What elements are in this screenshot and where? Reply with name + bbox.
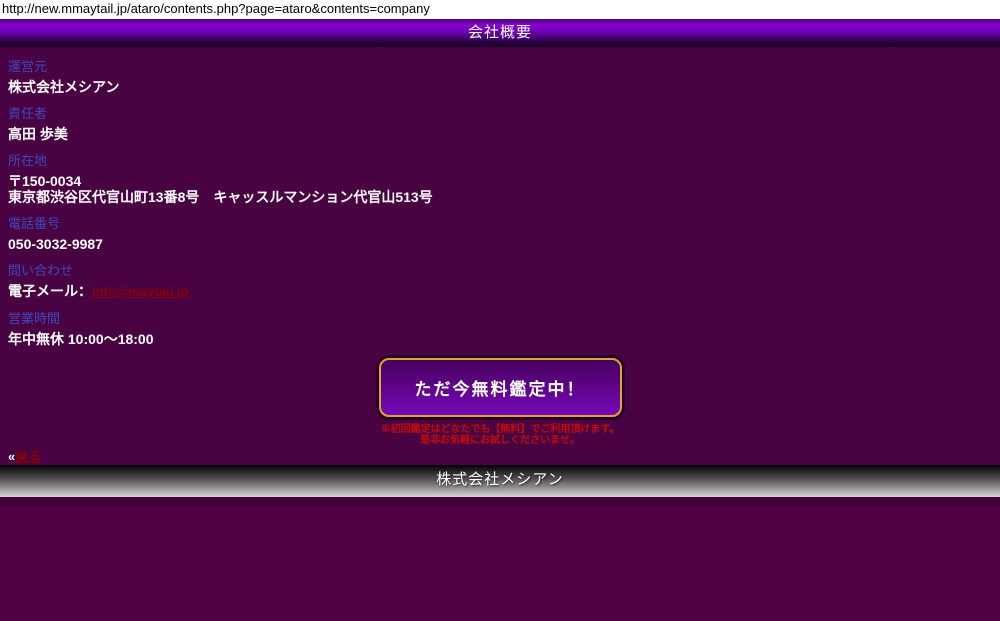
bottom-background bbox=[0, 506, 1000, 621]
field-contact-label: 問い合わせ bbox=[8, 263, 1000, 279]
field-address: 所在地 〒150-0034 東京都渋谷区代官山町13番8号 キャッスルマンション… bbox=[8, 153, 1000, 205]
company-info-section: 運営元 株式会社メシアン 責任者 高田 歩美 所在地 〒150-0034 東京都… bbox=[0, 47, 1000, 465]
field-hours-label: 営業時間 bbox=[8, 311, 1000, 327]
cta-note: ※初回鑑定はどなたでも【無料】でご利用頂けます。 是非お気軽にお試しくださいませ… bbox=[0, 424, 1000, 446]
back-row: «戻る bbox=[8, 449, 1000, 465]
email-prefix: 電子メール： bbox=[8, 283, 92, 299]
field-manager-label: 責任者 bbox=[8, 106, 1000, 122]
cta-note-line1: ※初回鑑定はどなたでも【無料】でご利用頂けます。 bbox=[0, 424, 1000, 435]
back-link[interactable]: 戻る bbox=[15, 449, 41, 464]
field-hours: 営業時間 年中無休 10:00〜18:00 bbox=[8, 311, 1000, 347]
field-phone: 電話番号 050-3032-9987 bbox=[8, 216, 1000, 252]
street-address: 東京都渋谷区代官山町13番8号 キャッスルマンション代官山513号 bbox=[8, 189, 1000, 205]
footer-bar: 株式会社メシアン bbox=[0, 465, 1000, 497]
footer-company-name: 株式会社メシアン bbox=[436, 471, 563, 488]
cta-note-line2: 是非お気軽にお試しくださいませ。 bbox=[0, 435, 1000, 446]
field-operator: 運営元 株式会社メシアン bbox=[8, 59, 1000, 95]
field-operator-value: 株式会社メシアン bbox=[8, 79, 1000, 95]
field-contact-value: 電子メール：info@maytail.jp bbox=[8, 283, 1000, 300]
cta-area: ただ今無料鑑定中！ ※初回鑑定はどなたでも【無料】でご利用頂けます。 是非お気軽… bbox=[0, 358, 1000, 446]
field-address-value: 〒150-0034 東京都渋谷区代官山町13番8号 キャッスルマンション代官山5… bbox=[8, 173, 1000, 205]
field-operator-label: 運営元 bbox=[8, 59, 1000, 75]
field-phone-label: 電話番号 bbox=[8, 216, 1000, 232]
field-phone-value: 050-3032-9987 bbox=[8, 236, 1000, 252]
field-manager: 責任者 高田 歩美 bbox=[8, 106, 1000, 142]
field-address-label: 所在地 bbox=[8, 153, 1000, 169]
page-url-text: http://new.mmaytail.jp/ataro/contents.ph… bbox=[0, 0, 1000, 19]
free-reading-button[interactable]: ただ今無料鑑定中！ bbox=[379, 358, 622, 417]
page-title-bar: 会社概要 bbox=[0, 19, 1000, 47]
field-hours-value: 年中無休 10:00〜18:00 bbox=[8, 331, 1000, 347]
email-link[interactable]: info@maytail.jp bbox=[92, 284, 188, 299]
postal-code: 〒150-0034 bbox=[8, 173, 1000, 189]
page-title: 会社概要 bbox=[468, 24, 532, 41]
field-contact: 問い合わせ 電子メール：info@maytail.jp bbox=[8, 263, 1000, 300]
footer-divider bbox=[0, 497, 1000, 506]
field-manager-value: 高田 歩美 bbox=[8, 126, 1000, 142]
